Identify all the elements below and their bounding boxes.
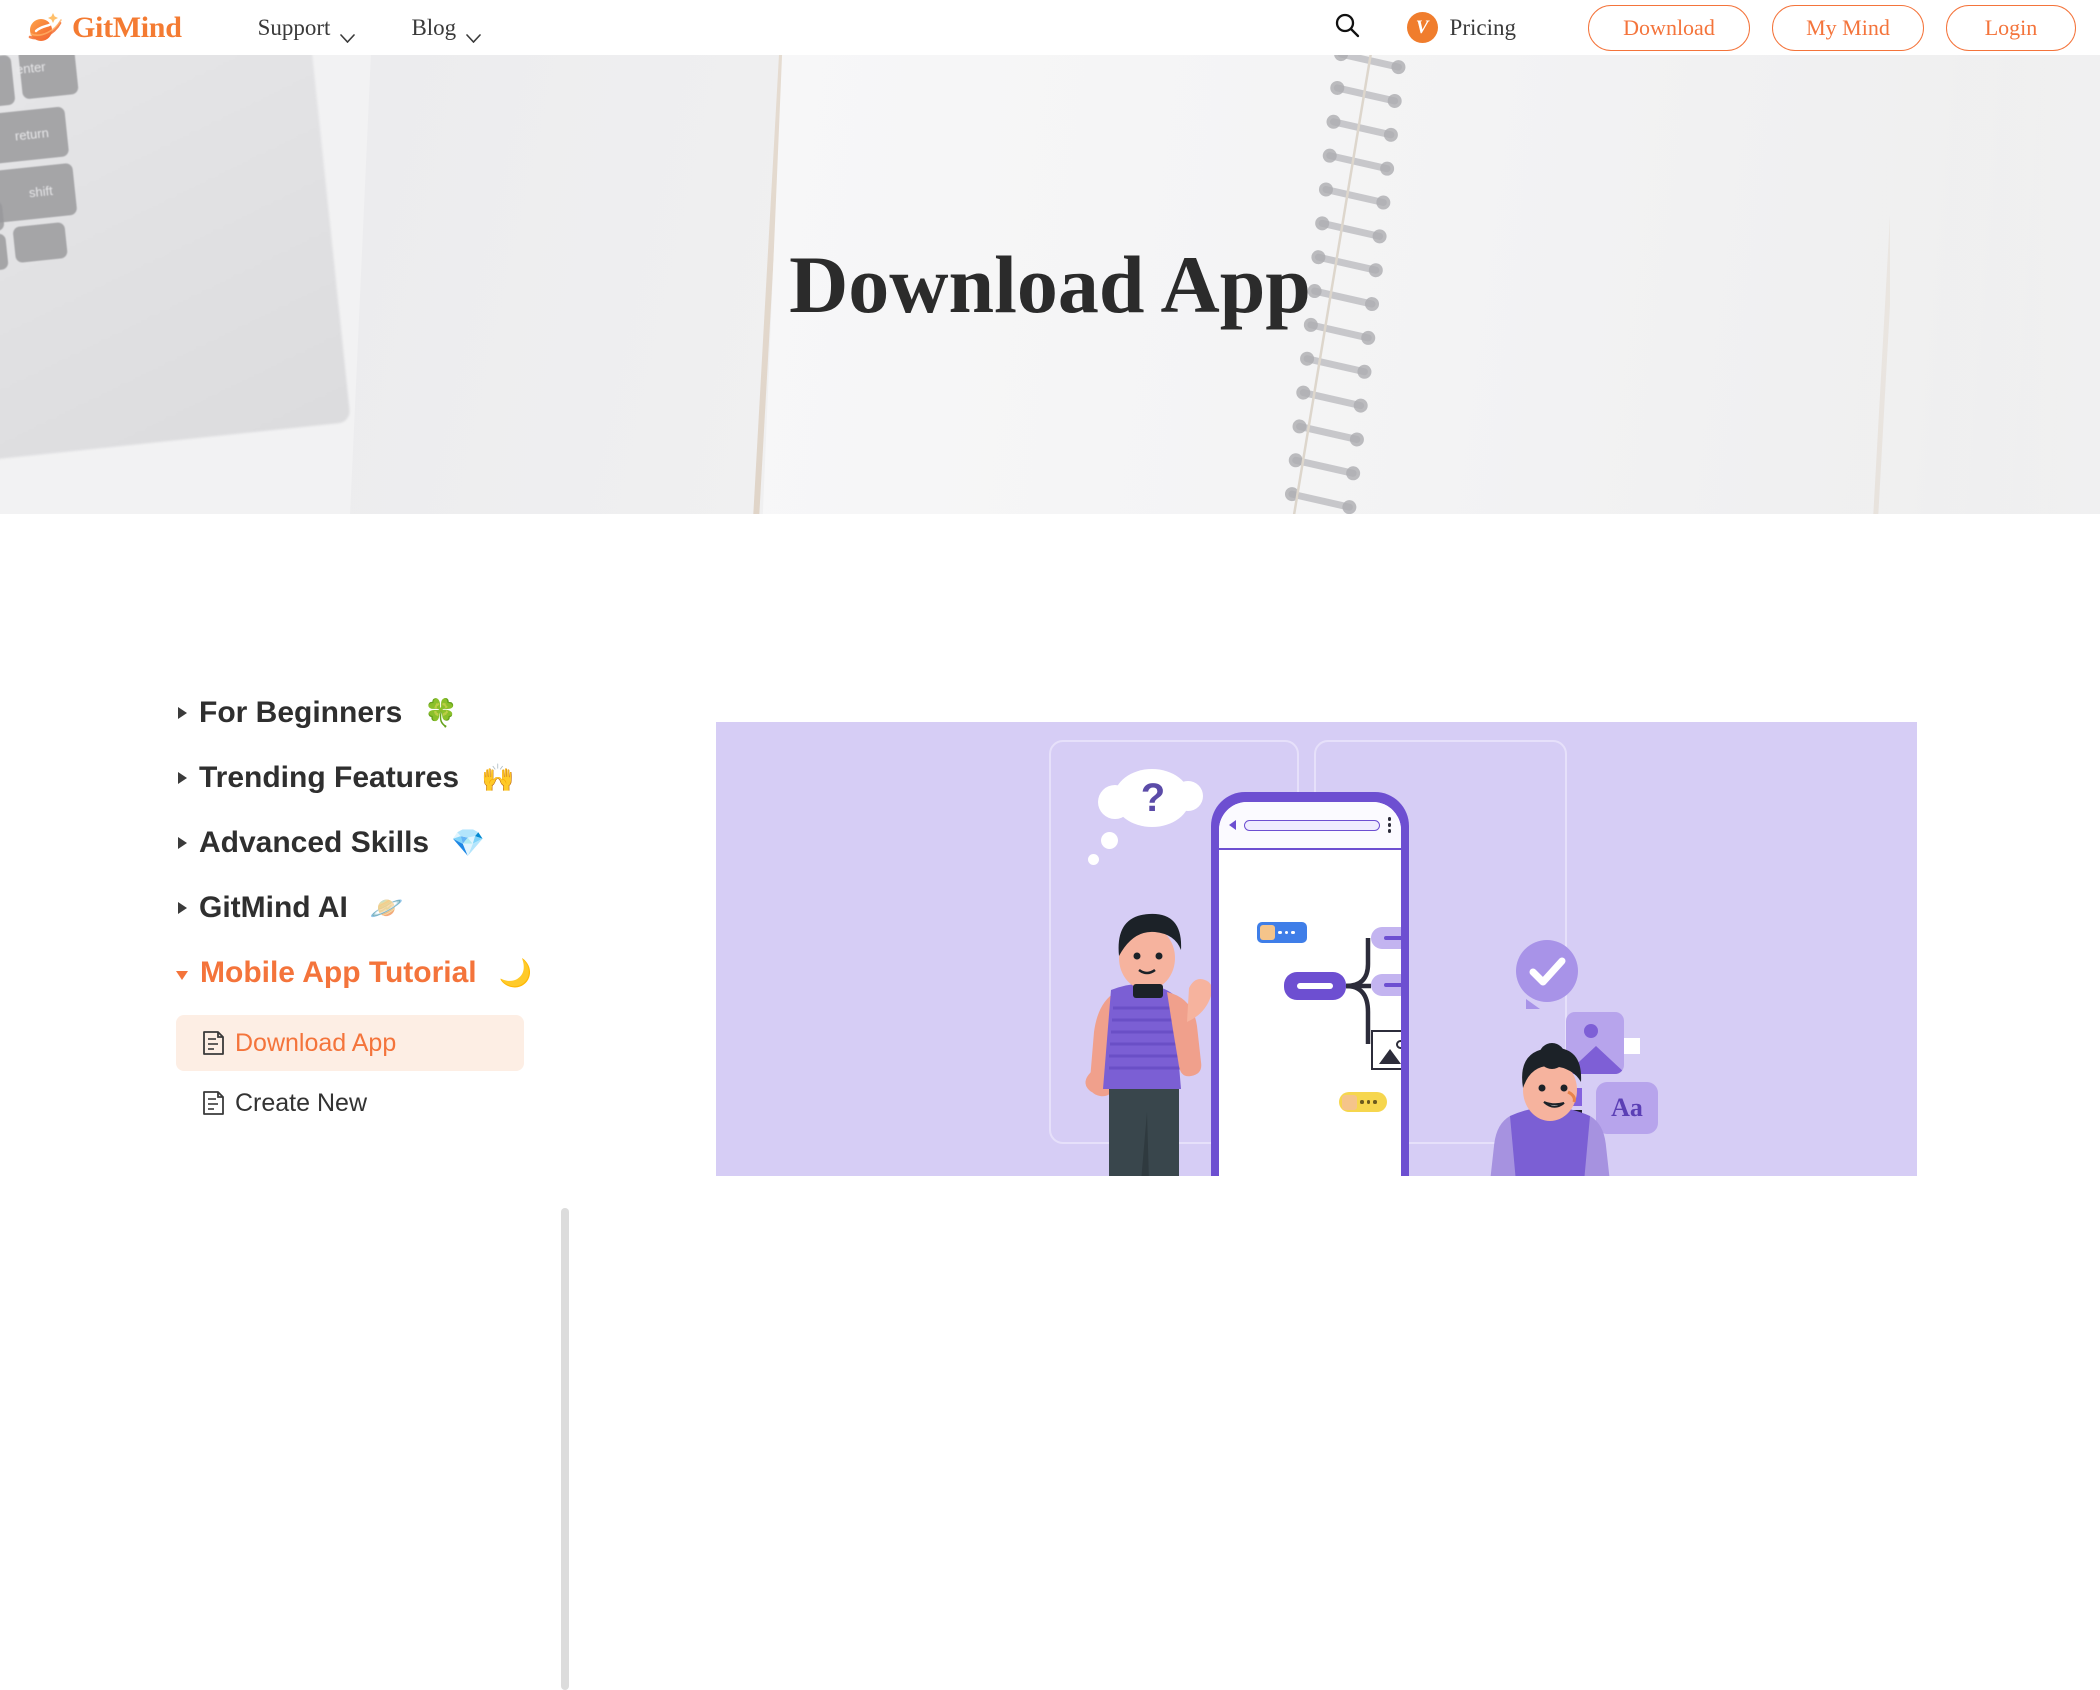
sidebar-item-gitmind-ai[interactable]: GitMind AI 🪐 xyxy=(176,885,548,931)
chevron-right-icon xyxy=(178,772,187,784)
page-title: Download App xyxy=(789,238,1311,330)
tutorial-sidebar: For Beginners 🍀 Trending Features 🙌 Adva… xyxy=(176,690,548,1176)
person-thinking-illustration xyxy=(1085,913,1213,1176)
question-mark-icon: ? xyxy=(1140,775,1166,820)
sidebar-item-mobile-app-tutorial[interactable]: Mobile App Tutorial 🌙 xyxy=(176,950,548,996)
sidebar-subitem-download-app[interactable]: Download App xyxy=(176,1015,524,1071)
sidebar-item-label: Advanced Skills xyxy=(199,826,430,859)
download-button[interactable]: Download xyxy=(1588,4,1750,51)
login-button[interactable]: Login xyxy=(1946,4,2076,51)
raising-hands-icon: 🙌 xyxy=(481,762,515,793)
sidebar-item-trending-features[interactable]: Trending Features 🙌 xyxy=(176,755,548,801)
crescent-moon-icon: 🌙 xyxy=(498,957,533,988)
logo-text: GitMind xyxy=(72,10,182,44)
clover-icon: 🍀 xyxy=(424,697,458,728)
nav-links: Support Blog xyxy=(257,14,482,44)
person-smiling-illustration xyxy=(1490,1043,1610,1176)
chevron-down-icon xyxy=(466,23,481,44)
sidebar-scrollbar[interactable] xyxy=(561,1208,569,1690)
chevron-right-icon xyxy=(178,837,187,849)
search-icon xyxy=(1334,12,1360,43)
chevron-right-icon xyxy=(178,902,187,914)
search-button[interactable] xyxy=(1327,8,1367,48)
sidebar-item-label: Mobile App Tutorial xyxy=(200,956,477,989)
pricing-link[interactable]: V Pricing xyxy=(1406,12,1516,43)
sidebar-item-label: For Beginners xyxy=(199,696,403,729)
hero-banner: enter return shift Download App xyxy=(0,55,2100,514)
my-mind-button[interactable]: My Mind xyxy=(1772,4,1924,51)
sidebar-item-label: GitMind AI xyxy=(199,891,348,924)
checkmark-bubble-icon xyxy=(1516,940,1578,1009)
mindmap-connectors xyxy=(1345,938,1371,1044)
sidebar-subitem-label: Create New xyxy=(235,1088,367,1117)
mobile-app-mindmap-illustration: ? Aa xyxy=(716,722,1917,1176)
sidebar-subitem-create-new[interactable]: Create New xyxy=(176,1075,524,1131)
sidebar-item-for-beginners[interactable]: For Beginners 🍀 xyxy=(176,690,548,736)
thought-dot xyxy=(1088,854,1099,865)
chevron-right-icon xyxy=(178,707,187,719)
top-navbar: GitMind Support Blog V Pricing Download … xyxy=(0,0,2100,55)
chevron-down-icon xyxy=(176,970,188,980)
nav-item-support[interactable]: Support xyxy=(257,14,356,44)
main-content: For Beginners 🍀 Trending Features 🙌 Adva… xyxy=(0,514,2100,1690)
nav-right-group: V Pricing Download My Mind Login xyxy=(1327,4,2076,51)
planet-icon: 🪐 xyxy=(369,892,404,923)
logo[interactable]: GitMind xyxy=(24,10,182,46)
document-icon xyxy=(202,1090,225,1116)
sidebar-item-label: Trending Features xyxy=(199,761,460,794)
thought-dot xyxy=(1101,832,1118,849)
gem-icon: 💎 xyxy=(451,827,485,858)
nav-item-blog[interactable]: Blog xyxy=(411,14,481,44)
gitmind-planet-logo-icon xyxy=(24,10,64,46)
pricing-label: Pricing xyxy=(1449,14,1516,40)
chevron-down-icon xyxy=(340,23,356,44)
document-icon xyxy=(202,1030,225,1056)
pricing-badge-icon: V xyxy=(1406,12,1438,43)
nav-item-blog-label: Blog xyxy=(411,14,457,40)
sidebar-subitem-label: Download App xyxy=(235,1028,397,1057)
sidebar-item-advanced-skills[interactable]: Advanced Skills 💎 xyxy=(176,820,548,866)
white-square-decor xyxy=(1624,1038,1640,1054)
nav-item-support-label: Support xyxy=(257,14,331,40)
